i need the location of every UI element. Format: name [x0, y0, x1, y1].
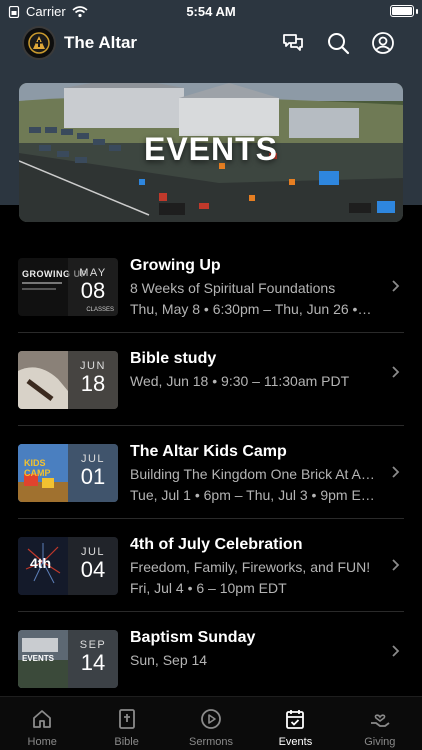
chat-icon[interactable] — [281, 31, 305, 55]
event-row-4th-of-july[interactable]: 4th JUL 04 4th of July Celebration Freed… — [18, 519, 404, 612]
event-subtitle: 8 Weeks of Spiritual Foundations — [130, 280, 336, 296]
status-bar: Carrier 5:54 AM — [0, 0, 422, 22]
tab-label: Home — [27, 736, 57, 748]
chevron-right-icon — [392, 645, 400, 657]
tab-events[interactable]: Events — [253, 697, 337, 750]
event-title: 4th of July Celebration — [130, 536, 303, 553]
hero-title: EVENTS — [143, 131, 279, 167]
event-row-kids-camp[interactable]: KIDS CAMP JUL 01 The Altar Kids Camp Bui… — [18, 426, 404, 519]
tab-label: Bible — [114, 736, 139, 748]
events-hero-banner: EVENTS — [19, 83, 403, 222]
tab-label: Events — [278, 736, 313, 748]
play-icon — [201, 709, 221, 729]
tab-label: Giving — [364, 736, 396, 748]
thumbnail-caption: EVENTS — [22, 654, 55, 663]
giving-icon — [370, 714, 390, 727]
thumbnail-caption: KIDS CAMP — [24, 458, 51, 478]
thumbnail-caption: 4th — [30, 555, 51, 571]
event-title: Bible study — [130, 350, 217, 367]
chevron-right-icon — [392, 466, 400, 478]
chevron-right-icon — [392, 559, 400, 571]
event-day: 08 — [80, 278, 106, 303]
event-thumbnail: 4th JUL 04 — [18, 537, 118, 595]
tab-giving[interactable]: Giving — [338, 697, 422, 750]
tab-home[interactable]: Home — [0, 697, 84, 750]
event-subtag: CLASSES — [86, 307, 114, 313]
event-datetime: Tue, Jul 1 • 6pm – Thu, Jul 3 • 9pm E… — [130, 487, 375, 503]
bottom-tab-bar: Home Bible Sermons Events Giving — [0, 696, 422, 750]
event-row-bible-study[interactable]: JUN 18 Bible study Wed, Jun 18 • 9:30 – … — [18, 333, 404, 426]
event-thumbnail: EVENTS SEP 14 — [18, 630, 118, 688]
event-datetime: Fri, Jul 4 • 6 – 10pm EDT — [130, 580, 287, 596]
events-list: GROWING UP MAY 08 CLASSES Growing Up 8 W… — [0, 240, 422, 705]
event-day: 04 — [80, 557, 106, 582]
tab-bible[interactable]: Bible — [84, 697, 168, 750]
tab-label: Sermons — [189, 736, 234, 748]
profile-icon[interactable] — [371, 31, 395, 55]
event-subtitle: Building The Kingdom One Brick At A… — [130, 466, 375, 482]
battery-icon — [390, 5, 414, 17]
event-datetime: Wed, Jun 18 • 9:30 – 11:30am PDT — [130, 373, 350, 389]
bible-icon — [118, 709, 135, 729]
chevron-right-icon — [392, 280, 400, 292]
event-row-growing-up[interactable]: GROWING UP MAY 08 CLASSES Growing Up 8 W… — [18, 240, 404, 333]
app-header: The Altar — [0, 22, 422, 66]
search-icon[interactable] — [326, 31, 350, 55]
event-thumbnail: KIDS CAMP JUL 01 — [18, 444, 118, 502]
battery-tip — [416, 9, 418, 14]
app-title: The Altar — [64, 33, 138, 52]
event-day: 18 — [80, 371, 106, 396]
event-datetime: Sun, Sep 14 — [130, 652, 208, 668]
event-title: The Altar Kids Camp — [130, 443, 287, 460]
event-row-baptism-sunday[interactable]: EVENTS SEP 14 Baptism Sunday Sun, Sep 14 — [18, 612, 404, 705]
calendar-icon — [286, 710, 305, 729]
altar-logo-icon — [28, 32, 50, 54]
status-time: 5:54 AM — [186, 4, 236, 19]
chevron-right-icon — [392, 366, 400, 378]
home-icon — [33, 710, 52, 728]
tab-sermons[interactable]: Sermons — [169, 697, 253, 750]
event-datetime: Thu, May 8 • 6:30pm – Thu, Jun 26 •… — [130, 301, 372, 317]
event-subtitle: Freedom, Family, Fireworks, and FUN! — [130, 559, 371, 575]
event-day: 14 — [80, 650, 106, 675]
event-day: 01 — [80, 464, 106, 489]
event-title: Baptism Sunday — [130, 629, 256, 646]
bible-study-photo — [18, 351, 68, 409]
church-logo[interactable] — [22, 26, 56, 60]
event-thumbnail: GROWING UP MAY 08 CLASSES — [18, 258, 118, 316]
event-thumbnail: JUN 18 — [18, 351, 118, 409]
event-title: Growing Up — [130, 257, 221, 274]
